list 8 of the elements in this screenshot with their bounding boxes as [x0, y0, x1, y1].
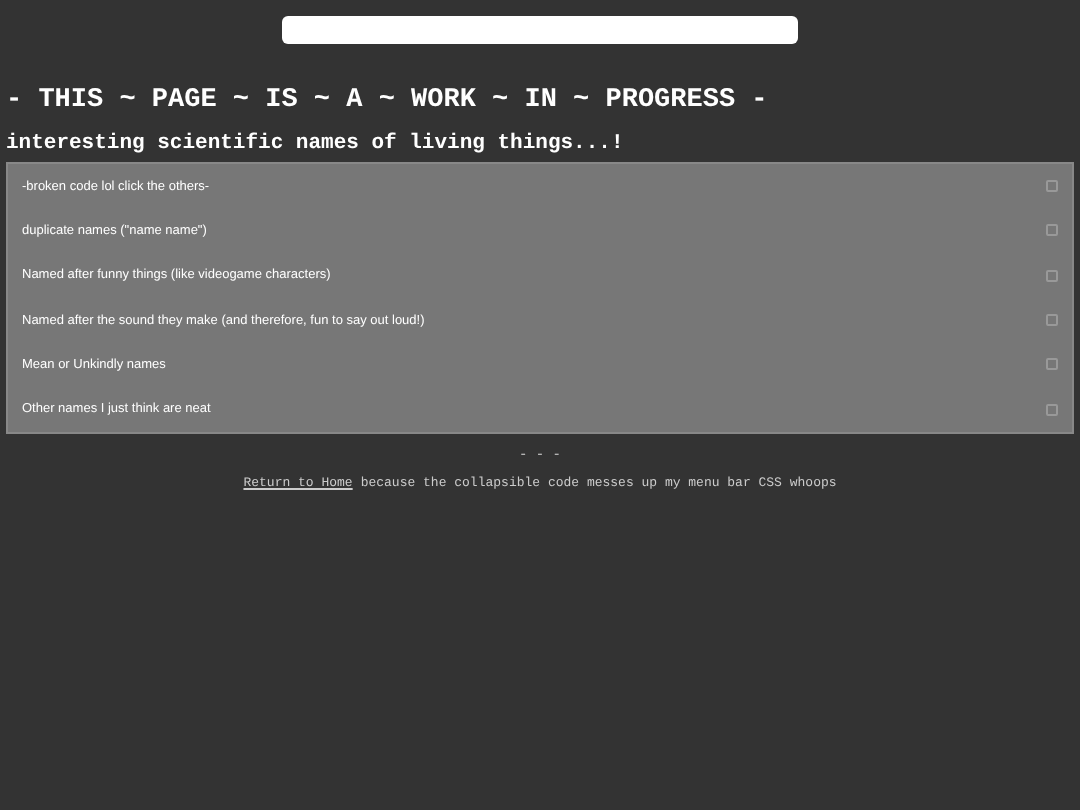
page-heading: - THIS ~ PAGE ~ IS ~ A ~ WORK ~ IN ~ PROGRESS - — [6, 86, 770, 118]
missing-glyph-icon — [1046, 269, 1058, 282]
missing-glyph-icon — [1046, 358, 1058, 371]
missing-glyph-icon — [1046, 314, 1058, 327]
missing-glyph-icon — [1046, 224, 1058, 237]
missing-glyph-icon — [1046, 403, 1058, 416]
missing-glyph-icon — [1046, 180, 1058, 193]
page-subtitle: interesting scientific names of living things...! — [6, 132, 626, 156]
